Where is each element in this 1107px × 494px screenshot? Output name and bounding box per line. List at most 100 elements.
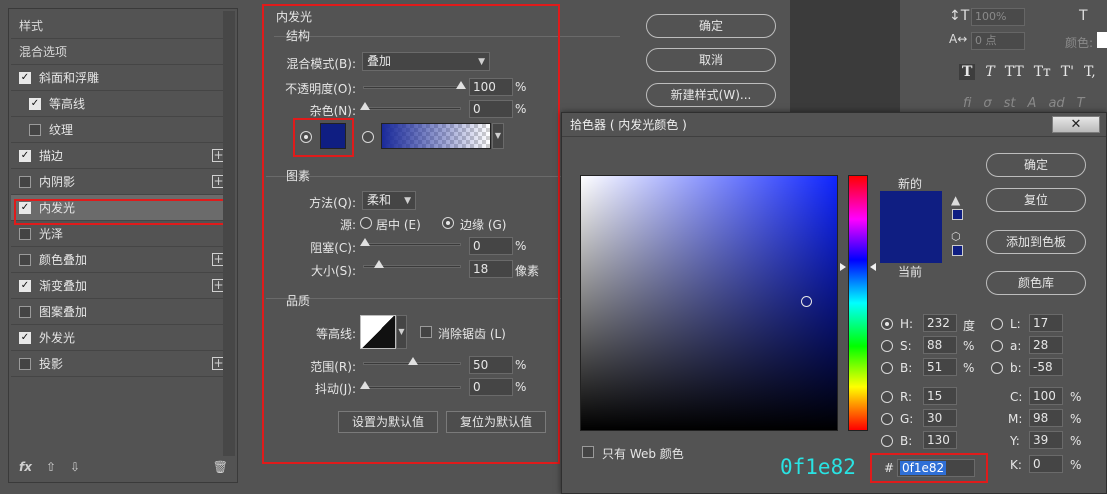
swash-icon[interactable]: σ — [983, 96, 991, 111]
color-cursor[interactable] — [801, 296, 812, 307]
checkbox-checked[interactable]: ✓ — [19, 331, 31, 344]
hue-input[interactable]: 232 — [923, 314, 957, 332]
percent-unit: % — [1070, 458, 1082, 472]
trash-icon[interactable]: 🗑 — [213, 460, 228, 474]
checkbox-checked[interactable]: ✓ — [19, 149, 31, 162]
style-item-label: 斜面和浮雕 — [39, 71, 100, 85]
percent-unit: % — [1070, 434, 1082, 448]
close-icon: ✕ — [1070, 117, 1082, 132]
b-radio[interactable] — [991, 362, 1003, 374]
cancel-button[interactable]: 取消 — [646, 48, 776, 72]
checkbox-checked[interactable]: ✓ — [19, 279, 31, 292]
leading-input[interactable]: 100% — [971, 8, 1025, 26]
out-of-gamut-warning-icon[interactable]: ▲ — [951, 193, 960, 207]
picker-ok-button[interactable]: 确定 — [986, 153, 1086, 177]
style-item-contour[interactable]: ✓ 等高线 — [11, 91, 231, 117]
fx-icon[interactable]: fx — [19, 460, 32, 474]
blue-input[interactable]: 130 — [923, 431, 957, 449]
move-down-icon[interactable]: ⇩ — [70, 460, 80, 474]
selected-item-highlight — [14, 199, 232, 225]
web-safe-swatch[interactable] — [952, 245, 963, 256]
checkbox-checked[interactable]: ✓ — [19, 71, 31, 84]
red-radio[interactable] — [881, 391, 893, 403]
hue-radio[interactable] — [881, 318, 893, 330]
style-item-drop-shadow[interactable]: 投影 + — [11, 351, 231, 377]
color-libraries-button[interactable]: 颜色库 — [986, 271, 1086, 295]
stylistic-icon[interactable]: A — [1028, 96, 1037, 111]
style-item-label: 样式 — [19, 19, 44, 33]
black-input[interactable]: 0 — [1029, 455, 1063, 473]
style-item-label: 内阴影 — [39, 175, 76, 189]
style-item-stroke[interactable]: ✓ 描边 + — [11, 143, 231, 169]
brightness-input[interactable]: 51 — [923, 358, 957, 376]
style-item-color-overlay[interactable]: 颜色叠加 + — [11, 247, 231, 273]
subscript-button[interactable]: T, — [1084, 64, 1096, 80]
cyan-input[interactable]: 100 — [1029, 387, 1063, 405]
color-label: 颜色: — [1065, 36, 1094, 50]
checkbox-checked[interactable]: ✓ — [29, 97, 41, 110]
style-item-blending-options[interactable]: 混合选项 — [11, 39, 231, 65]
text-color-swatch[interactable] — [1097, 32, 1107, 48]
faux-italic-button[interactable]: T — [985, 64, 994, 80]
saturation-brightness-field[interactable] — [580, 175, 838, 431]
checkbox-unchecked[interactable] — [19, 305, 31, 318]
web-safe-cube-icon[interactable]: ⬡ — [951, 230, 961, 243]
yellow-input[interactable]: 39 — [1029, 431, 1063, 449]
saturation-input[interactable]: 88 — [923, 336, 957, 354]
titling-icon[interactable]: ad — [1048, 96, 1064, 111]
hex-annotation: 0f1e82 — [780, 455, 856, 479]
green-input[interactable]: 30 — [923, 409, 957, 427]
lightness-radio[interactable] — [991, 318, 1003, 330]
style-item-label: 混合选项 — [19, 45, 68, 59]
hue-marker-right[interactable] — [870, 263, 876, 271]
ok-button[interactable]: 确定 — [646, 14, 776, 38]
style-item-inner-shadow[interactable]: 内阴影 + — [11, 169, 231, 195]
lab-a-input[interactable]: 28 — [1029, 336, 1063, 354]
all-caps-button[interactable]: TT — [1005, 64, 1024, 80]
move-up-icon[interactable]: ⇧ — [46, 460, 56, 474]
style-item-outer-glow[interactable]: ✓ 外发光 — [11, 325, 231, 351]
small-caps-button[interactable]: Tт — [1034, 64, 1051, 80]
style-item-bevel-emboss[interactable]: ✓ 斜面和浮雕 — [11, 65, 231, 91]
style-item-gradient-overlay[interactable]: ✓ 渐变叠加 + — [11, 273, 231, 299]
scrollbar[interactable] — [223, 11, 235, 456]
tracking-input[interactable]: 0 点 — [971, 32, 1025, 50]
checkbox-unchecked[interactable] — [19, 175, 31, 188]
opentype-buttons: fi σ st Aad T — [963, 96, 1085, 111]
ligature-icon[interactable]: fi — [963, 96, 971, 111]
web-colors-only-checkbox[interactable] — [582, 446, 594, 458]
saturation-radio[interactable] — [881, 340, 893, 352]
blue-radio[interactable] — [881, 435, 893, 447]
add-to-swatches-button[interactable]: 添加到色板 — [986, 230, 1086, 254]
checkbox-unchecked[interactable] — [19, 227, 31, 240]
style-item-label: 投影 — [39, 357, 64, 371]
a-radio[interactable] — [991, 340, 1003, 352]
close-button[interactable]: ✕ — [1052, 116, 1100, 133]
red-input[interactable]: 15 — [923, 387, 957, 405]
checkbox-unchecked[interactable] — [19, 253, 31, 266]
gamut-swatch[interactable] — [952, 209, 963, 220]
magenta-input[interactable]: 98 — [1029, 409, 1063, 427]
hue-marker-left[interactable] — [840, 263, 846, 271]
style-item-styles[interactable]: 样式 — [11, 13, 231, 39]
faux-bold-button[interactable]: T — [959, 64, 976, 80]
style-item-texture[interactable]: 纹理 — [11, 117, 231, 143]
lab-b-input[interactable]: -58 — [1029, 358, 1063, 376]
brightness-radio[interactable] — [881, 362, 893, 374]
percent-unit: % — [963, 339, 975, 353]
checkbox-unchecked[interactable] — [19, 357, 31, 370]
new-style-button[interactable]: 新建样式(W)... — [646, 83, 776, 107]
green-radio[interactable] — [881, 413, 893, 425]
style-item-label: 光泽 — [39, 227, 64, 241]
style-list-footer: fx ⇧ ⇩ 🗑 — [19, 460, 234, 474]
discretionary-icon[interactable]: st — [1004, 96, 1016, 111]
new-color-label: 新的 — [898, 177, 923, 191]
ordinal-icon[interactable]: T — [1077, 96, 1085, 111]
current-color-swatch[interactable] — [880, 227, 942, 263]
style-item-pattern-overlay[interactable]: 图案叠加 — [11, 299, 231, 325]
superscript-button[interactable]: T' — [1061, 64, 1074, 80]
checkbox-unchecked[interactable] — [29, 123, 41, 136]
lab-l-input[interactable]: 17 — [1029, 314, 1063, 332]
hue-slider[interactable] — [848, 175, 868, 431]
picker-reset-button[interactable]: 复位 — [986, 188, 1086, 212]
